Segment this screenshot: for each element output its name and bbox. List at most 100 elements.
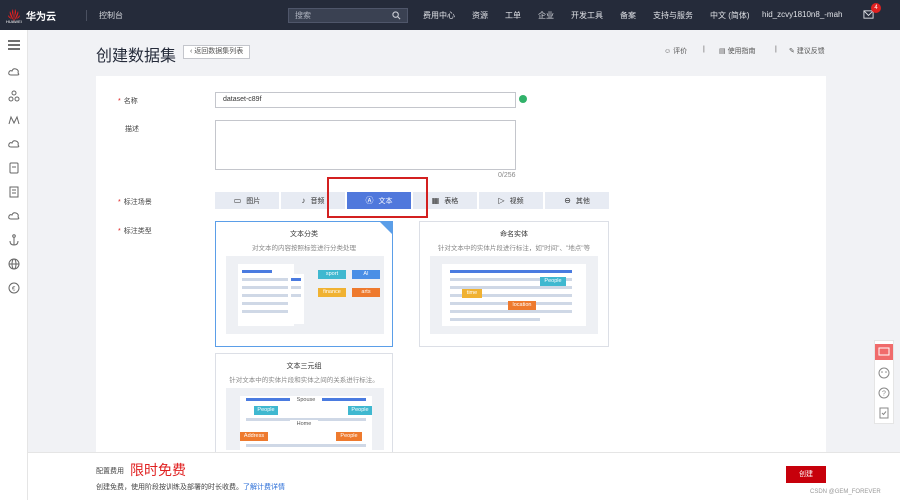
scene-image[interactable]: ▭ 图片 <box>215 192 279 209</box>
mail-badge: 4 <box>871 3 881 13</box>
fee-note: 创建免费，使用阶段按训练及部署的时长收费。了解计费详情 <box>96 484 285 491</box>
type-illustration: People time location <box>430 256 598 334</box>
type-title: 文本三元组 <box>286 363 322 370</box>
type-desc: 针对文本中的实体片段和实体之间的关系进行标注。 <box>229 377 379 384</box>
rate-label: 评价 <box>673 48 688 55</box>
fee-value: 限时免费 <box>130 462 186 478</box>
tag-finance: finance <box>318 288 346 297</box>
console-link[interactable]: 控制台 <box>86 9 123 21</box>
description-label: 描述 <box>125 126 139 133</box>
chat-icon[interactable] <box>875 344 893 360</box>
document-icon[interactable] <box>8 186 20 198</box>
doc-illustration <box>238 264 294 326</box>
entity-people: People <box>348 406 372 415</box>
feedback-face-icon[interactable] <box>877 366 891 380</box>
image-icon: ▭ <box>233 196 242 205</box>
guide-label: 使用指南 <box>727 48 756 55</box>
valid-check-icon <box>519 95 527 103</box>
entity-location: location <box>508 301 536 310</box>
tag-sport: sport <box>318 270 346 279</box>
search-icon[interactable] <box>392 11 401 20</box>
storage-cloud-icon[interactable] <box>8 138 20 150</box>
cloud-icon[interactable] <box>8 66 20 78</box>
type-desc: 对文本的内容按照标签进行分类处理 <box>252 245 356 252</box>
book-icon: ▤ <box>719 48 728 55</box>
search-input[interactable]: 搜索 <box>288 8 408 23</box>
top-navbar: 华为云 HUAWEI 控制台 搜索 费用中心 资源 工单 企业 开发工具 备案 … <box>0 0 900 30</box>
rate-link[interactable]: ☺ 评价 <box>664 46 687 56</box>
divider: | <box>775 46 777 53</box>
database-icon[interactable] <box>8 162 20 174</box>
type-title: 命名实体 <box>500 231 528 238</box>
type-label: * 标注类型 <box>118 228 152 235</box>
tag-ai: AI <box>352 270 380 279</box>
doc-illustration-back <box>288 274 304 324</box>
nav-resources[interactable]: 资源 <box>472 10 488 21</box>
type-card-text-triple[interactable]: 文本三元组 针对文本中的实体片段和实体之间的关系进行标注。 Spouse Peo… <box>215 353 393 453</box>
scene-label: * 标注场景 <box>118 199 152 206</box>
smile-icon: ☺ <box>664 47 674 55</box>
tag-arts: arts <box>352 288 380 297</box>
fee-label: 配置费用 <box>96 468 124 475</box>
feedback-label: 建议反馈 <box>796 48 825 55</box>
user-menu[interactable]: hid_zcvy1810n8_-mah <box>762 10 843 19</box>
service-sidebar: € <box>0 30 28 500</box>
relation-spouse: Spouse <box>290 396 322 405</box>
nav-icp[interactable]: 备案 <box>620 10 636 21</box>
create-button[interactable]: 创建 <box>786 466 826 483</box>
nav-support[interactable]: 支持与服务 <box>653 10 693 21</box>
description-textarea[interactable] <box>215 120 516 170</box>
nav-tickets[interactable]: 工单 <box>505 10 521 21</box>
anchor-icon[interactable] <box>8 234 20 246</box>
entity-address: Address <box>240 432 268 441</box>
entity-people: People <box>336 432 362 441</box>
back-to-list-button[interactable]: ‹ 返回数据集列表 <box>183 45 251 59</box>
highlight-box <box>327 177 428 218</box>
name-label: * 名称 <box>118 98 138 105</box>
billing-details-link[interactable]: 了解计费详情 <box>243 484 285 491</box>
scene-video[interactable]: ▷ 视频 <box>479 192 543 209</box>
page-title: 创建数据集 <box>96 48 177 65</box>
menu-icon[interactable] <box>8 39 20 51</box>
scene-other[interactable]: ⊖ 其他 <box>545 192 609 209</box>
nav-billing[interactable]: 费用中心 <box>423 10 455 21</box>
type-title: 文本分类 <box>290 231 318 238</box>
checklist-icon[interactable] <box>877 406 891 420</box>
microphone-icon: ♪ <box>301 196 306 205</box>
type-card-named-entity[interactable]: 命名实体 针对文本中的实体片段进行标注，如"时间"、"地点"等 People t… <box>419 221 609 347</box>
nav-devtools[interactable]: 开发工具 <box>571 10 603 21</box>
floating-toolbar: ? <box>874 340 894 424</box>
doc-illustration: Spouse People People Home Address People <box>240 396 372 450</box>
svg-text:€: € <box>12 287 16 293</box>
video-icon: ▷ <box>498 196 505 205</box>
name-input[interactable]: dataset-c89f <box>215 92 516 108</box>
entity-people: People <box>540 277 566 286</box>
type-desc: 针对文本中的实体片段进行标注，如"时间"、"地点"等 <box>437 245 591 252</box>
type-illustration: Spouse People People Home Address People <box>226 388 384 450</box>
entity-people: People <box>254 406 278 415</box>
brand-sub: HUAWEI <box>6 19 22 24</box>
divider: | <box>703 46 705 53</box>
network-icon[interactable] <box>8 114 20 126</box>
coin-icon[interactable]: € <box>8 282 20 294</box>
nav-enterprise[interactable]: 企业 <box>538 10 554 21</box>
doc-illustration: People time location <box>442 264 586 326</box>
cloud-service-icon[interactable] <box>8 210 20 222</box>
more-icon: ⊖ <box>564 196 571 205</box>
search-placeholder: 搜索 <box>295 11 311 20</box>
cluster-icon[interactable] <box>8 90 20 102</box>
entity-time: time <box>462 289 482 298</box>
watermark: CSDN @GEM_FOREVER <box>810 489 881 495</box>
top-nav: 费用中心 资源 工单 企业 开发工具 备案 支持与服务 中文 (简体) <box>423 0 767 30</box>
table-icon: ▦ <box>431 196 440 205</box>
type-card-text-classification[interactable]: 文本分类 对文本的内容按照标签进行分类处理 sport AI finance a… <box>215 221 393 347</box>
help-icon[interactable]: ? <box>877 386 891 400</box>
edit-icon: ✎ <box>789 48 797 55</box>
feedback-link[interactable]: ✎ 建议反馈 <box>789 46 825 56</box>
nav-language[interactable]: 中文 (简体) <box>710 10 750 21</box>
globe-icon[interactable] <box>8 258 20 270</box>
svg-text:?: ? <box>882 391 886 398</box>
guide-link[interactable]: ▤ 使用指南 <box>719 46 756 56</box>
relation-home: Home <box>290 420 318 429</box>
description-counter: 0/256 <box>498 172 516 179</box>
